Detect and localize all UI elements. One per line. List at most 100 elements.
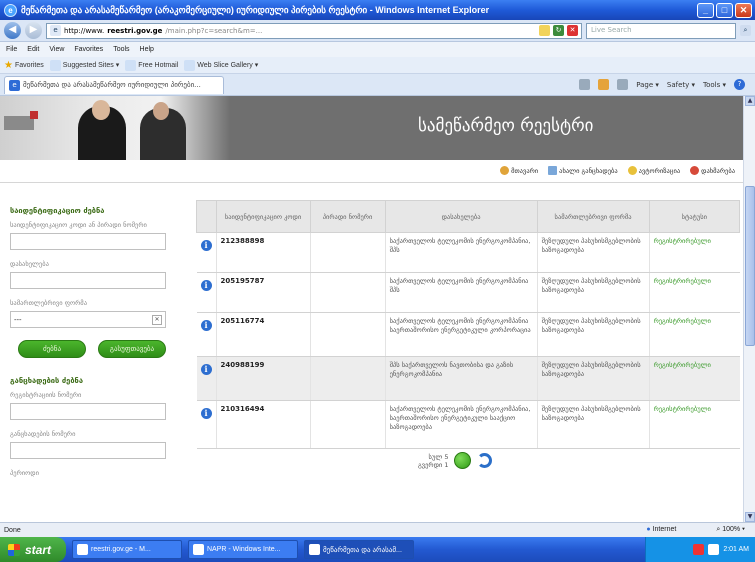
- status-link[interactable]: რეგისტრირებული: [648, 232, 740, 273]
- personal-number-cell: [309, 232, 386, 273]
- url-scheme: http://www.: [64, 26, 105, 35]
- id-code-cell: 205195787: [215, 272, 310, 313]
- person-face: [92, 100, 110, 120]
- search-icon[interactable]: ⌕: [740, 25, 751, 36]
- search-sidebar: საიდენტიფიკაციო ძებნა საიდენტიფიკაციო კო…: [10, 206, 168, 481]
- id-code-input[interactable]: [10, 233, 166, 250]
- page-menu[interactable]: Page ▾: [636, 81, 659, 89]
- scroll-down-icon[interactable]: ▼: [745, 512, 755, 522]
- link-home[interactable]: მთავარი: [500, 166, 538, 175]
- link-login[interactable]: ავტორიზაცია: [627, 166, 680, 175]
- page-icon: e: [9, 79, 20, 91]
- security-zone[interactable]: ● Internet: [646, 526, 676, 534]
- menu-favorites[interactable]: Favorites: [74, 46, 103, 53]
- info-icon[interactable]: i: [200, 280, 212, 291]
- minimize-button[interactable]: _: [697, 2, 714, 18]
- legal-form-cell: შეზღუდული პასუხისმგებლობის საზოგადოება: [536, 400, 650, 449]
- table-header-row: საიდენტიფიკაციო კოდი პირადი ნომერი დასახ…: [196, 200, 741, 233]
- zoom-control[interactable]: ⌕ 100% ▾: [716, 526, 745, 534]
- header-personal-number: პირადი ნომერი: [309, 200, 386, 233]
- info-icon[interactable]: i: [200, 408, 212, 419]
- link-help[interactable]: დახმარება: [690, 166, 735, 175]
- fav-suggested-sites[interactable]: Suggested Sites ▾: [49, 59, 119, 71]
- header-id-code: საიდენტიფიკაციო კოდი: [215, 200, 311, 233]
- compat-view-icon[interactable]: [539, 25, 550, 36]
- back-button[interactable]: ◀: [4, 22, 21, 39]
- registration-number-input[interactable]: [10, 403, 166, 420]
- taskbar-item[interactable]: reestri.gov.ge - M...: [72, 540, 182, 559]
- menu-edit[interactable]: Edit: [27, 46, 39, 53]
- personal-number-cell: [309, 272, 386, 313]
- status-link[interactable]: რეგისტრირებული: [648, 272, 740, 313]
- search-input[interactable]: Live Search: [586, 22, 736, 39]
- select-value: ---: [14, 315, 22, 324]
- scrollbar-thumb[interactable]: [745, 186, 755, 346]
- page-number: გვერდი 1: [418, 460, 449, 469]
- info-icon[interactable]: i: [200, 240, 212, 251]
- link-label: მთავარი: [511, 166, 539, 175]
- menu-file[interactable]: File: [6, 46, 17, 53]
- company-name-cell: შპს საქართველოს ნავთობისა და გაზის ენერგ…: [384, 356, 538, 401]
- favorites-button[interactable]: ★ Favorites: [4, 60, 44, 71]
- person-face: [153, 102, 169, 120]
- help-icon[interactable]: ?: [734, 79, 745, 90]
- pagination-info: სულ 5 გვერდი 1: [418, 453, 448, 469]
- close-button[interactable]: ✕: [735, 2, 752, 18]
- address-bar: ◀ ▶ e http://www. reestri.gov.ge/main.php…: [0, 20, 755, 42]
- fav-free-hotmail[interactable]: Free Hotmail: [125, 59, 178, 71]
- forward-button[interactable]: ▶: [25, 22, 42, 39]
- safety-menu[interactable]: Safety ▾: [667, 81, 695, 89]
- table-row[interactable]: i 240988199 შპს საქართველოს ნავთობისა და…: [196, 356, 740, 401]
- feeds-icon[interactable]: [598, 79, 610, 90]
- stop-icon[interactable]: ✕: [567, 25, 578, 36]
- refresh-icon[interactable]: ↻: [553, 25, 564, 36]
- table-row[interactable]: i 210316494 საქართველოს ტელეკომის ენერგო…: [196, 400, 740, 449]
- windows-logo-icon: [8, 543, 20, 556]
- results-table: საიდენტიფიკაციო კოდი პირადი ნომერი დასახ…: [196, 200, 741, 449]
- menu-tools[interactable]: Tools: [113, 46, 129, 53]
- menu-help[interactable]: Help: [140, 46, 154, 53]
- status-link[interactable]: რეგისტრირებული: [648, 356, 740, 401]
- print-icon[interactable]: [617, 79, 629, 90]
- tools-menu[interactable]: Tools ▾: [703, 81, 726, 89]
- name-input[interactable]: [10, 272, 166, 289]
- clock: 2:01 AM: [723, 546, 749, 553]
- application-number-input[interactable]: [10, 442, 166, 459]
- info-icon[interactable]: i: [200, 364, 212, 375]
- clear-button[interactable]: გასუფთავება: [98, 340, 166, 358]
- link-new-application[interactable]: ახალი განცხადება: [548, 166, 618, 175]
- vertical-scrollbar[interactable]: ▲ ▼: [743, 96, 755, 522]
- close-icon[interactable]: ✕: [152, 314, 162, 325]
- start-button[interactable]: start: [0, 537, 66, 562]
- home-icon[interactable]: [579, 79, 591, 90]
- legal-form-cell: შეზღუდული პასუხისმგებლობის საზოგადოება: [536, 272, 650, 313]
- status-bar: Done ● Internet ⌕ 100% ▾: [0, 522, 755, 537]
- company-name-cell: საქართველოს ტელეკომის ენერგოკომპანია, შპ…: [384, 232, 538, 273]
- status-link[interactable]: რეგისტრირებული: [648, 312, 740, 357]
- legal-form-cell: შეზღუდული პასუხისმგებლობის საზოგადოება: [536, 232, 650, 273]
- table-row[interactable]: i 205195787 საქართველოს ტელეკომის ენერგო…: [196, 272, 740, 313]
- tray-icon[interactable]: [693, 544, 705, 555]
- table-row[interactable]: i 205116774 საქართველოს ტელეკომის ენერგო…: [196, 312, 740, 357]
- info-icon[interactable]: i: [200, 320, 212, 331]
- menu-view[interactable]: View: [49, 46, 64, 53]
- search-button[interactable]: ძებნა: [18, 340, 86, 358]
- tab-title: მეწარმეთა და არასამეწარმეო იურიდიული პირ…: [23, 81, 201, 89]
- legal-form-select[interactable]: --- ✕: [10, 311, 166, 328]
- browser-tab[interactable]: e მეწარმეთა და არასამეწარმეო იურიდიული პ…: [4, 75, 224, 94]
- zoom-icon: ⌕: [716, 526, 721, 533]
- maximize-button[interactable]: □: [716, 2, 733, 18]
- personal-number-cell: [309, 356, 386, 401]
- fav-web-slice-gallery[interactable]: Web Slice Gallery ▾: [184, 59, 258, 71]
- table-row[interactable]: i 212388898 საქართველოს ტელეკომის ენერგო…: [196, 232, 740, 273]
- taskbar-item[interactable]: NAPR - Windows Inte...: [188, 540, 298, 559]
- next-page-button[interactable]: [454, 452, 472, 469]
- tray-icon[interactable]: [708, 544, 720, 555]
- key-icon: [627, 166, 637, 175]
- scroll-up-icon[interactable]: ▲: [745, 96, 755, 106]
- refresh-icon[interactable]: [477, 453, 493, 468]
- globe-icon: ●: [646, 526, 651, 533]
- taskbar-item-active[interactable]: მეწარმეთა და არასამ...: [304, 540, 414, 559]
- status-link[interactable]: რეგისტრირებული: [648, 400, 740, 449]
- url-input[interactable]: e http://www. reestri.gov.ge/main.php?c=s…: [46, 22, 582, 39]
